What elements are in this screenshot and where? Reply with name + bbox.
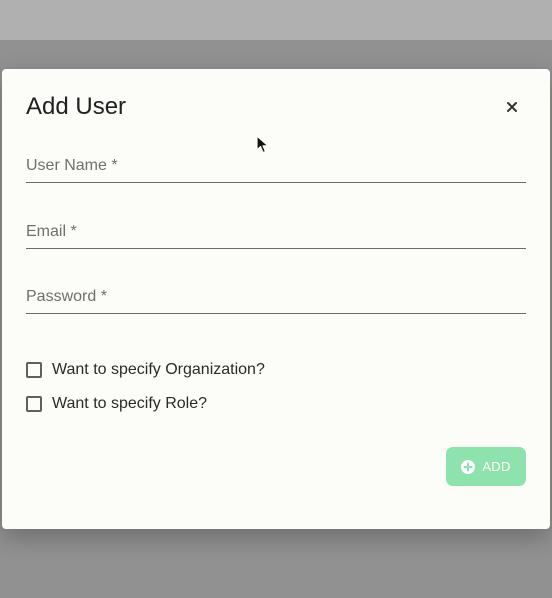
username-field[interactable]: User Name *: [26, 154, 530, 183]
email-input[interactable]: [26, 220, 530, 248]
plus-circle-icon: [461, 459, 476, 474]
app-header-backdrop: [0, 0, 552, 40]
close-icon: [507, 102, 517, 112]
role-checkbox[interactable]: [26, 396, 42, 412]
add-button[interactable]: ADD: [446, 447, 526, 486]
organization-checkbox-label: Want to specify Organization?: [52, 361, 265, 378]
password-field[interactable]: Password *: [26, 285, 530, 314]
mouse-cursor-icon: [256, 135, 269, 154]
add-button-label: ADD: [482, 459, 511, 474]
close-button[interactable]: [501, 96, 523, 118]
role-checkbox-label: Want to specify Role?: [52, 395, 208, 412]
organization-checkbox-row[interactable]: Want to specify Organization?: [26, 360, 265, 380]
email-field[interactable]: Email *: [26, 220, 530, 249]
add-user-dialog: Add User User Name * Email * Password * …: [2, 69, 550, 529]
organization-checkbox[interactable]: [26, 362, 42, 378]
username-input[interactable]: [26, 154, 530, 182]
role-checkbox-row[interactable]: Want to specify Role?: [26, 394, 207, 414]
dialog-title: Add User: [26, 93, 127, 120]
password-input[interactable]: [26, 285, 530, 313]
